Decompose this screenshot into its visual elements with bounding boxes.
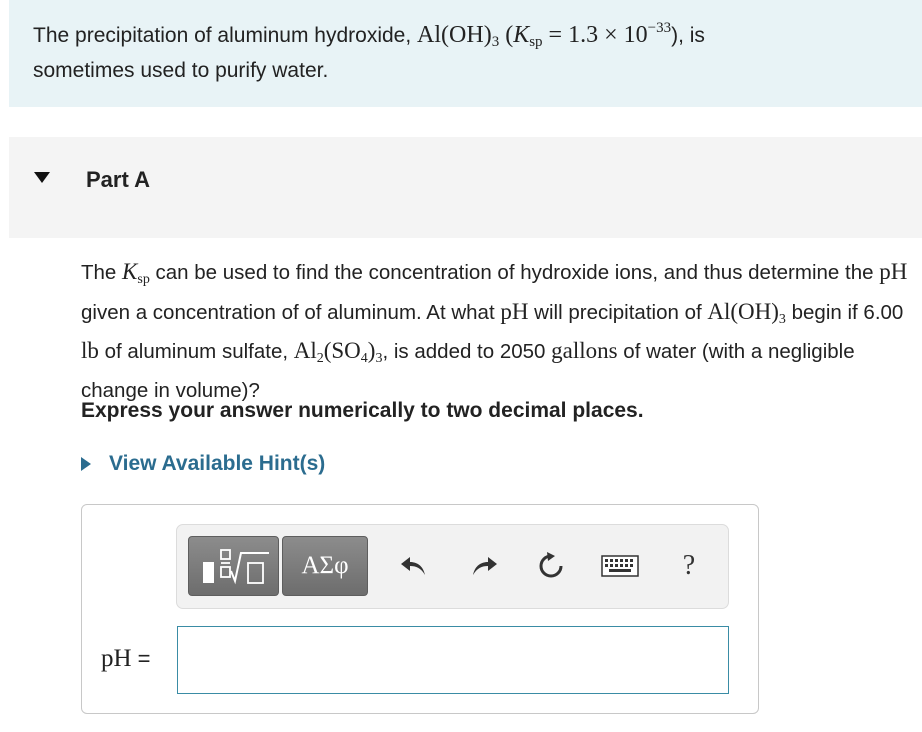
part-a-header[interactable]: Part A [9, 137, 922, 238]
view-hints-link[interactable]: View Available Hint(s) [81, 452, 325, 476]
help-button[interactable]: ? [674, 549, 704, 583]
intro-text-end: ), is [671, 24, 705, 47]
answer-label: pH = [101, 645, 151, 672]
caret-down-icon[interactable] [34, 172, 50, 183]
redo-icon[interactable] [469, 549, 499, 583]
instruction-text: Express your answer numerically to two d… [81, 399, 644, 422]
hint-label: View Available Hint(s) [109, 452, 326, 475]
math-toolbar: ΑΣφ ? [176, 524, 729, 609]
reset-icon[interactable] [536, 549, 566, 583]
answer-input[interactable] [177, 626, 729, 694]
intro-formula: Al(OH)3 [417, 22, 500, 50]
part-title: Part A [86, 167, 150, 192]
question-text: The Ksp can be used to find the concentr… [81, 259, 908, 402]
intro-line-1: The precipitation of aluminum hydroxide,… [33, 20, 705, 51]
intro-banner: The precipitation of aluminum hydroxide,… [9, 0, 922, 107]
keyboard-icon[interactable] [601, 549, 639, 583]
templates-icon [203, 549, 269, 585]
ksp-exponent: −33 [647, 20, 672, 36]
answer-box: ΑΣφ ? pH = [81, 504, 759, 714]
templates-button[interactable] [188, 536, 279, 596]
greek-symbols-button[interactable]: ΑΣφ [282, 536, 368, 596]
ksp-symbol: K [513, 22, 530, 48]
undo-icon[interactable] [399, 549, 429, 583]
ksp-subscript: sp [529, 34, 543, 50]
ksp-value: = 1.3 × 10 [542, 22, 648, 48]
intro-line-2: sometimes used to purify water. [33, 59, 329, 82]
intro-text: The precipitation of aluminum hydroxide, [33, 24, 418, 47]
caret-right-icon [81, 457, 91, 471]
ksp-open: ( [499, 22, 514, 48]
